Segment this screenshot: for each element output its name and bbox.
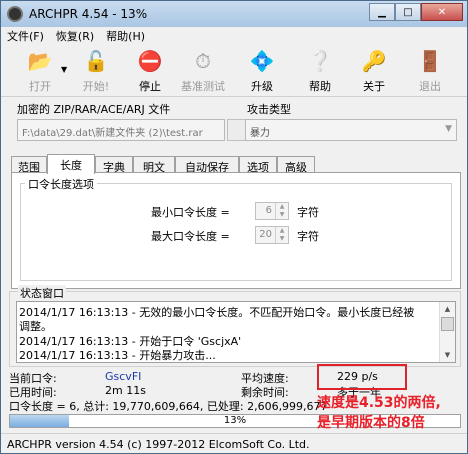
minimize-button[interactable]: ▁ [369, 3, 395, 21]
benchmark-label: 基准测试 [181, 80, 225, 93]
encrypted-file-path-field[interactable]: F:\data\29.dat\新建文件夹 (2)\test.rar [17, 119, 225, 141]
attack-type-value: 暴力 [250, 128, 270, 139]
window-controls: ▁ □ ✕ [369, 3, 463, 21]
log-line: 2014/1/17 16:13:13 - 无效的最小口令长度。不匹配开始口令。最… [19, 306, 415, 319]
menu-recover[interactable]: 恢复(R) [50, 28, 100, 44]
max-length-value: 20 [259, 229, 272, 240]
current-password-value: GscvFI [105, 370, 142, 383]
scroll-up-icon[interactable]: ▲ [440, 302, 455, 316]
attack-type-label: 攻击类型 [247, 103, 291, 116]
help-button[interactable]: ❔ 帮助 [295, 47, 345, 95]
start-icon: 🔓 [83, 49, 109, 73]
close-button[interactable]: ✕ [421, 3, 463, 21]
maximize-icon: □ [403, 6, 413, 18]
elapsed-time-value: 2m 11s [105, 384, 146, 397]
status-bar: ARCHPR version 4.54 (c) 1997-2012 ElcomS… [1, 433, 467, 453]
scroll-down-icon[interactable]: ▼ [440, 348, 455, 362]
max-length-label: 最大口令长度 = [151, 230, 230, 243]
spinner-arrows-icon[interactable]: ▲ ▼ [275, 203, 288, 219]
help-label: 帮助 [309, 80, 331, 93]
stopwatch-icon: ⏱ [195, 49, 211, 73]
status-window: 状态窗口 2014/1/17 16:13:13 - 无效的最小口令长度。不匹配开… [9, 285, 461, 367]
log-line: 2014/1/17 16:13:13 - 开始暴力攻击... [19, 349, 216, 362]
max-length-spinner[interactable]: 20 ▲ ▼ [255, 226, 289, 244]
tab-options[interactable]: 选项 [239, 156, 277, 174]
about-button[interactable]: 🔑 关于 [349, 47, 399, 95]
upgrade-button[interactable]: 💠 升级 [237, 47, 287, 95]
about-icon: 🔑 [361, 49, 387, 73]
status-window-title: 状态窗口 [18, 285, 66, 301]
app-window: ARCHPR 4.54 - 13% ▁ □ ✕ 文件(F) 恢复(R) 帮助(H… [0, 0, 468, 454]
open-button[interactable]: 📂 打开 [15, 47, 65, 95]
annotation-line-2: 是早期版本的8倍 [317, 415, 425, 431]
about-label: 关于 [363, 80, 385, 93]
menu-bar: 文件(F) 恢复(R) 帮助(H) [1, 27, 467, 45]
log-line: 调整。 [19, 320, 52, 333]
annotation-line-1: 速度是4.53的两倍, [317, 395, 441, 411]
length-tab-panel: 口令长度选项 最小口令长度 = 6 ▲ ▼ 字符 最大口令长度 = 20 ▲ ▼ 字… [11, 172, 461, 289]
exit-button[interactable]: 🚪 退出 [405, 47, 455, 95]
speed-highlight-box [317, 364, 407, 390]
attack-type-select[interactable]: 暴力 ▼ [245, 119, 457, 141]
tab-range[interactable]: 范围 [11, 156, 47, 174]
length-total-processed: 口令长度 = 6, 总计: 19,770,609,664, 已处理: 2,606… [9, 400, 328, 413]
stop-icon: ⛔ [137, 49, 163, 73]
password-length-group-title: 口令长度选项 [25, 176, 97, 192]
tab-advanced[interactable]: 高级 [277, 156, 315, 174]
upgrade-icon: 💠 [249, 49, 275, 73]
maximize-button[interactable]: □ [395, 3, 421, 21]
min-length-label: 最小口令长度 = [151, 206, 230, 219]
menu-file[interactable]: 文件(F) [1, 28, 50, 44]
password-length-group: 口令长度选项 最小口令长度 = 6 ▲ ▼ 字符 最大口令长度 = 20 ▲ ▼ 字… [20, 176, 452, 281]
min-length-unit: 字符 [297, 206, 319, 219]
tab-length[interactable]: 长度 [47, 154, 95, 174]
tab-autosave[interactable]: 自动保存 [175, 156, 239, 174]
stop-button[interactable]: ⛔ 停止 [125, 47, 175, 95]
exit-label: 退出 [419, 80, 441, 93]
toolbar: 📂 打开 ▼ 🔓 开始! ⛔ 停止 ⏱ 基准测试 💠 升级 ❔ 帮助 🔑 关于 [1, 45, 467, 97]
exit-door-icon: 🚪 [417, 49, 443, 73]
window-title: ARCHPR 4.54 - 13% [29, 7, 148, 21]
start-button[interactable]: 🔓 开始! [71, 47, 121, 95]
close-icon: ✕ [437, 6, 447, 18]
title-bar: ARCHPR 4.54 - 13% ▁ □ ✕ [1, 1, 467, 27]
chevron-down-icon: ▼ [445, 124, 452, 134]
open-folder-icon: 📂 [27, 49, 53, 73]
log-scrollbar[interactable]: ▲ ▼ [439, 302, 455, 362]
min-length-spinner[interactable]: 6 ▲ ▼ [255, 202, 289, 220]
open-label: 打开 [29, 80, 51, 93]
start-label: 开始! [82, 80, 110, 93]
upgrade-label: 升级 [251, 80, 273, 93]
max-length-unit: 字符 [297, 230, 319, 243]
tab-plaintext[interactable]: 明文 [133, 156, 175, 174]
tab-dictionary[interactable]: 字典 [95, 156, 133, 174]
spinner-arrows-icon[interactable]: ▲ ▼ [275, 227, 288, 243]
stop-label: 停止 [139, 80, 161, 93]
scroll-thumb[interactable] [441, 317, 454, 331]
open-dropdown-icon[interactable]: ▼ [61, 65, 67, 74]
remaining-time-label: 剩余时间: [241, 386, 289, 399]
help-icon: ❔ [307, 49, 333, 73]
app-lock-icon [7, 6, 23, 22]
min-length-value: 6 [265, 205, 272, 216]
minimize-icon: ▁ [378, 6, 386, 18]
benchmark-button[interactable]: ⏱ 基准测试 [178, 47, 228, 95]
menu-help[interactable]: 帮助(H) [100, 28, 151, 44]
status-log[interactable]: 2014/1/17 16:13:13 - 无效的最小口令长度。不匹配开始口令。最… [16, 301, 456, 363]
encrypted-file-label: 加密的 ZIP/RAR/ACE/ARJ 文件 [17, 103, 171, 116]
